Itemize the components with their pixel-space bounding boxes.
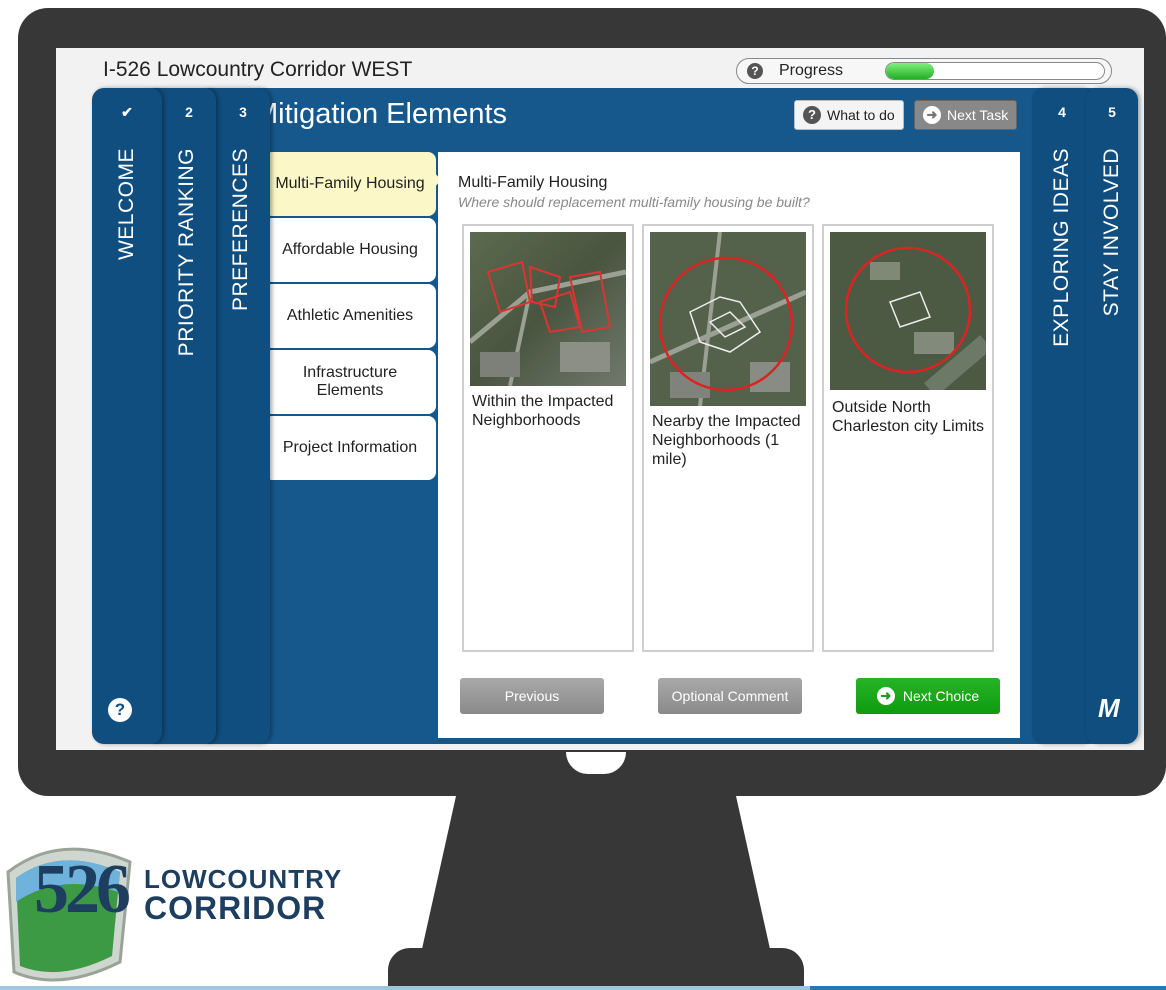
choice-affordable-housing[interactable]: Affordable Housing bbox=[264, 218, 436, 282]
next-task-button[interactable]: ➜ Next Task bbox=[914, 100, 1018, 130]
option-card-outside-city-limits[interactable]: Outside North Charleston city Limits bbox=[822, 224, 994, 652]
choice-athletic-amenities[interactable]: Athletic Amenities bbox=[264, 284, 436, 348]
progress-indicator: ? Progress bbox=[736, 58, 1112, 84]
brand-logo: 526 LOWCOUNTRY CORRIDOR bbox=[0, 832, 400, 982]
option-label: Outside North Charleston city Limits bbox=[832, 399, 985, 435]
step-label-priority-ranking: PRIORITY RANKING bbox=[174, 148, 198, 357]
choice-project-information[interactable]: Project Information bbox=[264, 416, 436, 480]
footer-divider-accent bbox=[810, 986, 1166, 990]
option-label: Within the Impacted Neighborhoods bbox=[472, 393, 614, 429]
next-choice-button[interactable]: ➜ Next Choice bbox=[856, 678, 1000, 714]
app-title: I-526 Lowcountry Corridor WEST bbox=[103, 58, 413, 81]
next-task-label: Next Task bbox=[947, 107, 1009, 123]
step-label-exploring-ideas: EXPLORING IDEAS bbox=[1050, 148, 1073, 347]
step-label-stay-involved: STAY INVOLVED bbox=[1100, 148, 1123, 317]
option-card-nearby-neighborhoods[interactable]: Nearby the Impacted Neighborhoods (1 mil… bbox=[642, 224, 814, 652]
content-title: Multi-Family Housing bbox=[458, 174, 608, 191]
step-check-icon: ✔ bbox=[121, 104, 133, 120]
what-to-do-button[interactable]: ? What to do bbox=[794, 100, 904, 130]
step-number: 5 bbox=[1108, 104, 1116, 120]
optional-comment-button[interactable]: Optional Comment bbox=[658, 678, 802, 714]
aerial-map-outside-city-icon bbox=[830, 232, 986, 390]
page-title: Mitigation Elements bbox=[254, 98, 508, 130]
footer-divider bbox=[0, 986, 810, 990]
step-label-preferences: PREFERENCES bbox=[228, 148, 252, 312]
what-to-do-label: What to do bbox=[827, 107, 895, 123]
progress-label: Progress bbox=[779, 62, 844, 79]
help-icon[interactable]: ? bbox=[108, 698, 132, 722]
choice-multi-family-housing[interactable]: Multi-Family Housing bbox=[264, 152, 436, 216]
aerial-map-1-mile-radius-icon bbox=[650, 232, 806, 406]
arrow-right-icon: ➜ bbox=[923, 106, 941, 124]
monitor-base bbox=[388, 948, 804, 990]
step-tab-exploring-ideas[interactable]: 4 EXPLORING IDEAS bbox=[1032, 88, 1092, 744]
app-screen: I-526 Lowcountry Corridor WEST ? Progres… bbox=[56, 48, 1144, 750]
step-tab-stay-involved[interactable]: 5 STAY INVOLVED M bbox=[1086, 88, 1138, 744]
step-number: 2 bbox=[185, 104, 193, 120]
step-label-welcome: WELCOME bbox=[115, 148, 138, 261]
brand-number: 526 bbox=[34, 851, 131, 928]
option-label: Nearby the Impacted Neighborhoods (1 mil… bbox=[652, 413, 801, 468]
choice-infrastructure-elements[interactable]: Infrastructure Elements bbox=[264, 350, 436, 414]
option-card-within-neighborhoods[interactable]: Within the Impacted Neighborhoods bbox=[462, 224, 634, 652]
aerial-map-neighborhoods-icon bbox=[470, 232, 626, 386]
previous-button[interactable]: Previous bbox=[460, 678, 604, 714]
content-panel: Multi-Family Housing Where should replac… bbox=[438, 152, 1020, 738]
next-choice-label: Next Choice bbox=[902, 688, 980, 704]
step-tab-welcome[interactable]: ✔ WELCOME ? bbox=[92, 88, 162, 744]
content-question: Where should replacement multi-family ho… bbox=[458, 194, 810, 210]
arrow-right-icon: ➜ bbox=[876, 687, 895, 705]
help-icon: ? bbox=[803, 106, 821, 124]
progress-bar-fill bbox=[886, 63, 934, 79]
step-number: 4 bbox=[1058, 104, 1066, 120]
metroquest-logo-icon: M bbox=[1098, 693, 1120, 723]
progress-bar bbox=[885, 62, 1105, 80]
brand-line2: CORRIDOR bbox=[144, 890, 327, 926]
help-icon[interactable]: ? bbox=[747, 63, 763, 79]
